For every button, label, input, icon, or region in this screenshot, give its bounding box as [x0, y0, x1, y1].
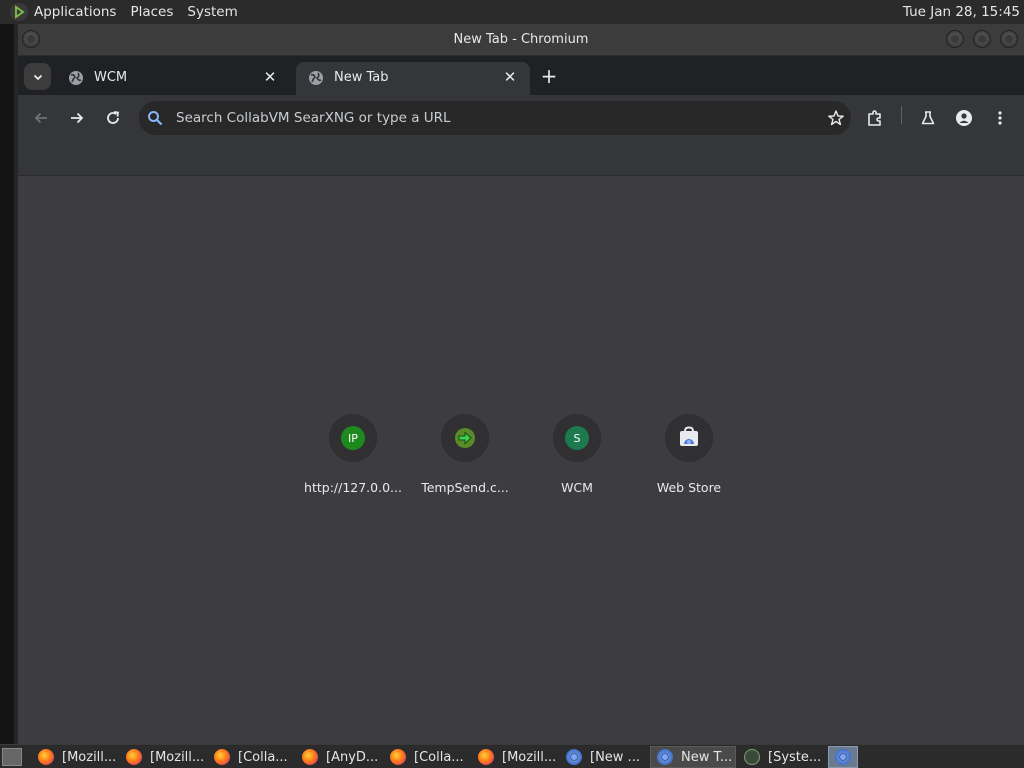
toolbar-separator — [901, 106, 902, 124]
taskbar: [Mozill... [Mozill... [Colla... [AnyD...… — [0, 744, 1024, 768]
tab-wcm[interactable]: WCM ✕ — [56, 62, 290, 95]
arrow-right-circle-icon — [455, 428, 475, 448]
taskbar-item-label: New T... — [681, 749, 733, 765]
new-tab-button[interactable]: + — [538, 66, 560, 88]
shortcut-icon-circle — [441, 414, 489, 462]
chevron-down-icon — [33, 74, 42, 80]
taskbar-item-label: [Colla... — [238, 749, 288, 765]
tab-search-button[interactable] — [24, 63, 51, 90]
shortcut-icon-circle — [665, 414, 713, 462]
taskbar-item-label: [Mozill... — [502, 749, 557, 765]
taskbar-item[interactable]: [Colla... — [208, 746, 294, 768]
tab-close-icon[interactable]: ✕ — [502, 69, 518, 85]
arrow-right-icon — [71, 112, 84, 124]
taskbar-item[interactable]: [Mozill... — [120, 746, 206, 768]
taskbar-item[interactable]: [AnyD... — [296, 746, 382, 768]
bookmark-star-icon[interactable] — [827, 109, 845, 127]
globe-icon — [69, 71, 83, 85]
maximize-button[interactable] — [973, 30, 991, 48]
omnibox[interactable]: Search CollabVM SearXNG or type a URL — [139, 101, 851, 135]
firefox-icon — [478, 749, 494, 765]
shortcut-tile[interactable]: S WCM — [521, 414, 633, 504]
main-menu-button[interactable] — [988, 106, 1012, 130]
shortcut-tile[interactable]: IP http://127.0.0... — [297, 414, 409, 504]
distro-logo-icon[interactable] — [10, 3, 28, 21]
taskbar-item-label: [Colla... — [414, 749, 464, 765]
tray-chromium-button[interactable] — [828, 746, 858, 768]
taskbar-item[interactable]: [Mozill... — [472, 746, 558, 768]
tab-label: WCM — [94, 70, 128, 85]
kebab-menu-icon — [998, 111, 1002, 125]
extensions-button[interactable] — [863, 106, 887, 130]
puzzle-icon — [868, 110, 881, 126]
tab-strip: WCM ✕ New Tab ✕ + — [18, 56, 1024, 95]
firefox-icon — [214, 749, 230, 765]
bookmarks-bar — [18, 141, 1024, 176]
new-tab-page: IP http://127.0.0... TempSend.c... S WCM… — [18, 176, 1024, 744]
search-icon — [148, 111, 163, 126]
panel-clock[interactable]: Tue Jan 28, 15:45 — [903, 4, 1020, 20]
firefox-icon — [38, 749, 54, 765]
close-window-button[interactable] — [1000, 30, 1018, 48]
avatar-icon — [956, 110, 972, 126]
menu-places[interactable]: Places — [130, 4, 173, 20]
show-desktop-button[interactable] — [2, 748, 22, 766]
tab-new-tab[interactable]: New Tab ✕ — [296, 62, 530, 95]
globe-icon — [309, 71, 323, 85]
arrow-left-icon — [34, 112, 47, 124]
firefox-icon — [126, 749, 142, 765]
flask-icon — [921, 111, 935, 125]
top-panel: Applications Places System Tue Jan 28, 1… — [0, 0, 1024, 24]
window-titlebar[interactable]: New Tab - Chromium — [18, 24, 1024, 56]
letter-s-icon: S — [565, 426, 589, 450]
firefox-icon — [302, 749, 318, 765]
shortcut-label: http://127.0.0... — [304, 480, 402, 495]
shortcut-label: TempSend.c... — [421, 480, 509, 495]
back-button[interactable] — [29, 106, 53, 130]
taskbar-item[interactable]: [Colla... — [384, 746, 470, 768]
taskbar-item-active[interactable]: New T... — [650, 746, 736, 768]
shortcut-icon-circle: S — [553, 414, 601, 462]
chromium-icon — [657, 749, 673, 765]
chromium-icon — [835, 749, 851, 765]
forward-button[interactable] — [65, 106, 89, 130]
menu-system[interactable]: System — [187, 4, 237, 20]
desktop-background — [0, 24, 18, 744]
taskbar-item[interactable]: [Syste... — [738, 746, 824, 768]
ip-icon: IP — [341, 426, 365, 450]
browser-window: New Tab - Chromium WCM ✕ New Tab ✕ + Sea… — [18, 24, 1024, 744]
shortcut-label: WCM — [561, 480, 593, 495]
web-store-icon — [680, 426, 698, 446]
taskbar-item[interactable]: [Mozill... — [32, 746, 118, 768]
taskbar-item[interactable]: [New ... — [560, 746, 646, 768]
taskbar-item-label: [AnyD... — [326, 749, 379, 765]
firefox-icon — [390, 749, 406, 765]
profile-button[interactable] — [952, 106, 976, 130]
taskbar-item-label: [New ... — [590, 749, 640, 765]
tab-label: New Tab — [334, 70, 389, 85]
shortcut-tile[interactable]: TempSend.c... — [409, 414, 521, 504]
taskbar-item-label: [Syste... — [768, 749, 822, 765]
shortcut-tile[interactable]: Web Store — [633, 414, 745, 504]
browser-toolbar: Search CollabVM SearXNG or type a URL — [18, 95, 1024, 141]
tab-close-icon[interactable]: ✕ — [262, 69, 278, 85]
reload-button[interactable] — [101, 106, 125, 130]
minimize-button[interactable] — [946, 30, 964, 48]
taskbar-item-label: [Mozill... — [150, 749, 205, 765]
chromium-icon — [566, 749, 582, 765]
omnibox-placeholder: Search CollabVM SearXNG or type a URL — [176, 110, 451, 126]
labs-button[interactable] — [916, 106, 940, 130]
shortcut-icon-circle: IP — [329, 414, 377, 462]
taskbar-item-label: [Mozill... — [62, 749, 117, 765]
shortcut-label: Web Store — [656, 480, 722, 495]
reload-icon — [107, 111, 120, 124]
system-monitor-icon — [744, 749, 760, 765]
window-title: New Tab - Chromium — [453, 32, 589, 47]
menu-applications[interactable]: Applications — [34, 4, 116, 20]
